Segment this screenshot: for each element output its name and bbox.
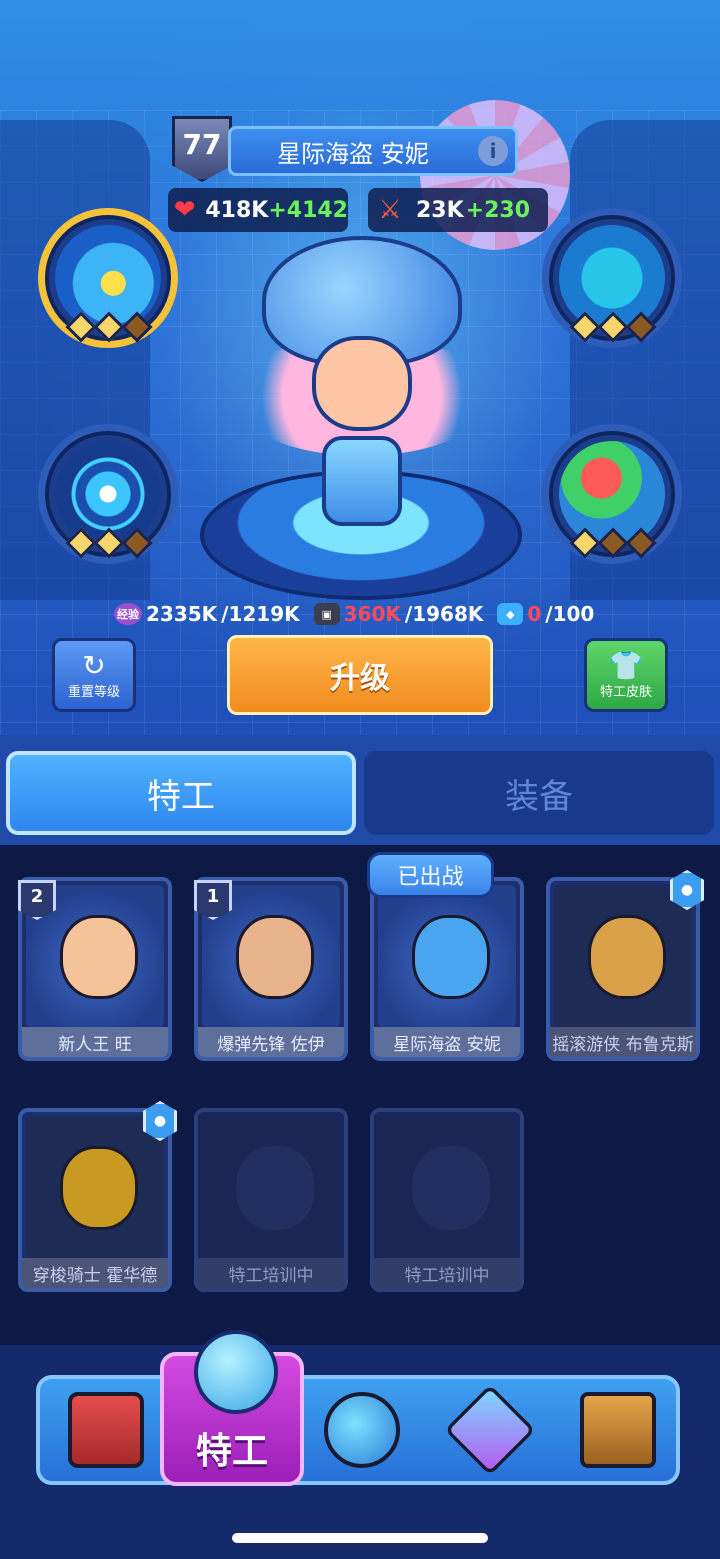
star-icon: [121, 527, 153, 559]
star-icon: [597, 311, 629, 343]
agent-face: [236, 915, 314, 999]
card-frame-icon: [580, 1392, 656, 1468]
reset-level-label: 重置等级: [67, 684, 120, 700]
star-icon: [597, 527, 629, 559]
tab-agents-label: 特工: [147, 776, 215, 817]
upgrade-button[interactable]: 升级: [227, 635, 493, 715]
upgrade-label: 升级: [330, 661, 390, 696]
nav-card[interactable]: [568, 1380, 668, 1480]
tab-equipment[interactable]: 装备: [364, 751, 714, 835]
hero-body: [322, 436, 402, 526]
reset-level-button[interactable]: ↻ 重置等级: [52, 638, 136, 712]
agent-face: [412, 915, 490, 999]
agent-name: 爆弹先锋 佐伊: [198, 1027, 344, 1057]
agent-portrait: [554, 885, 692, 1027]
star-icon: [93, 527, 125, 559]
agent-card-deployed[interactable]: 星际海盗 安妮: [370, 877, 524, 1061]
agent-name: 穿梭骑士 霍华德: [22, 1258, 168, 1288]
nav-planet[interactable]: [312, 1380, 412, 1480]
nav-shop[interactable]: [56, 1380, 156, 1480]
agent-name: 新人王 旺: [22, 1027, 168, 1057]
skill-4-stars: [558, 527, 668, 560]
agent-skin-label: 特工皮肤: [599, 684, 652, 700]
nav-agents-label: 特工: [195, 1431, 268, 1472]
star-icon: [569, 311, 601, 343]
tape-required: /1968K: [404, 602, 484, 626]
exp-icon: 经验: [114, 603, 142, 625]
agent-card-training: 特工培训中: [370, 1108, 524, 1292]
agent-name: 摇滚游侠 布鲁克斯: [550, 1027, 696, 1057]
heart-icon: ❤: [173, 195, 196, 225]
agent-portrait: [26, 1116, 164, 1258]
star-icon: [625, 311, 657, 343]
star-icon: [65, 527, 97, 559]
tab-equipment-label: 装备: [505, 776, 573, 817]
agent-card-locked[interactable]: 摇滚游侠 布鲁克斯: [546, 877, 700, 1061]
agent-portrait: [202, 1116, 340, 1258]
deployed-badge: 已出战: [367, 852, 494, 898]
agent-card-locked[interactable]: 穿梭骑士 霍华德: [18, 1108, 172, 1292]
tab-agents[interactable]: 特工: [6, 751, 356, 835]
hp-base: 418K: [205, 197, 269, 223]
card-required: /100: [545, 602, 595, 626]
agent-silhouette: [412, 1146, 490, 1230]
agent-skin-button[interactable]: 👕 特工皮肤: [584, 638, 668, 712]
star-icon: [625, 527, 657, 559]
skill-2-stars: [558, 311, 668, 344]
skill-3-stars: [54, 527, 164, 560]
hero-name-plate: 星际海盗 安妮: [228, 126, 518, 176]
helmet-icon: [194, 1330, 278, 1414]
exp-current: 2335K: [146, 602, 218, 626]
hp-bonus: +4142: [268, 197, 348, 223]
attack-stat: ⚔ 23K +230: [368, 188, 548, 232]
sword-icon: ⚔: [378, 195, 402, 225]
card-icon: ◆: [497, 603, 524, 625]
refresh-icon: ↻: [82, 648, 106, 682]
tape-current: 360K: [343, 602, 401, 626]
home-indicator[interactable]: [232, 1533, 488, 1543]
nav-cube[interactable]: [440, 1380, 540, 1480]
hero-face: [312, 336, 412, 431]
exp-required: /1219K: [221, 602, 300, 626]
agent-portrait: [378, 1116, 516, 1258]
arcade-machine-icon: [68, 1392, 144, 1468]
agent-name: 特工培训中: [374, 1258, 520, 1288]
agent-card-training: 特工培训中: [194, 1108, 348, 1292]
resource-bar: 经验 2335K/1219K ▣ 360K/1968K ◆ 0/100: [114, 598, 594, 630]
agent-face: [60, 915, 138, 999]
card-current: 0: [527, 602, 542, 626]
agent-silhouette: [236, 1146, 314, 1230]
attack-base: 23K: [416, 197, 464, 223]
agent-face: [60, 1146, 138, 1230]
hero-character[interactable]: [232, 236, 492, 536]
info-icon[interactable]: i: [478, 136, 508, 166]
star-icon: [93, 311, 125, 343]
planet-icon: [324, 1392, 400, 1468]
cube-icon: [444, 1384, 536, 1476]
agent-portrait: [378, 885, 516, 1027]
star-icon: [121, 311, 153, 343]
agent-name: 特工培训中: [198, 1258, 344, 1288]
tape-icon: ▣: [313, 603, 340, 625]
star-icon: [569, 527, 601, 559]
star-icon: [65, 311, 97, 343]
hp-stat: ❤ 418K +4142: [168, 188, 348, 232]
hero-name: 星际海盗 安妮: [277, 139, 429, 168]
agent-face: [588, 915, 666, 999]
nav-agents[interactable]: 特工: [160, 1330, 304, 1486]
level-value: 77: [182, 127, 222, 161]
attack-bonus: +230: [465, 197, 531, 223]
shirt-icon: 👕: [608, 648, 644, 682]
skill-1-stars: [54, 311, 164, 344]
agent-name: 星际海盗 安妮: [374, 1027, 520, 1057]
